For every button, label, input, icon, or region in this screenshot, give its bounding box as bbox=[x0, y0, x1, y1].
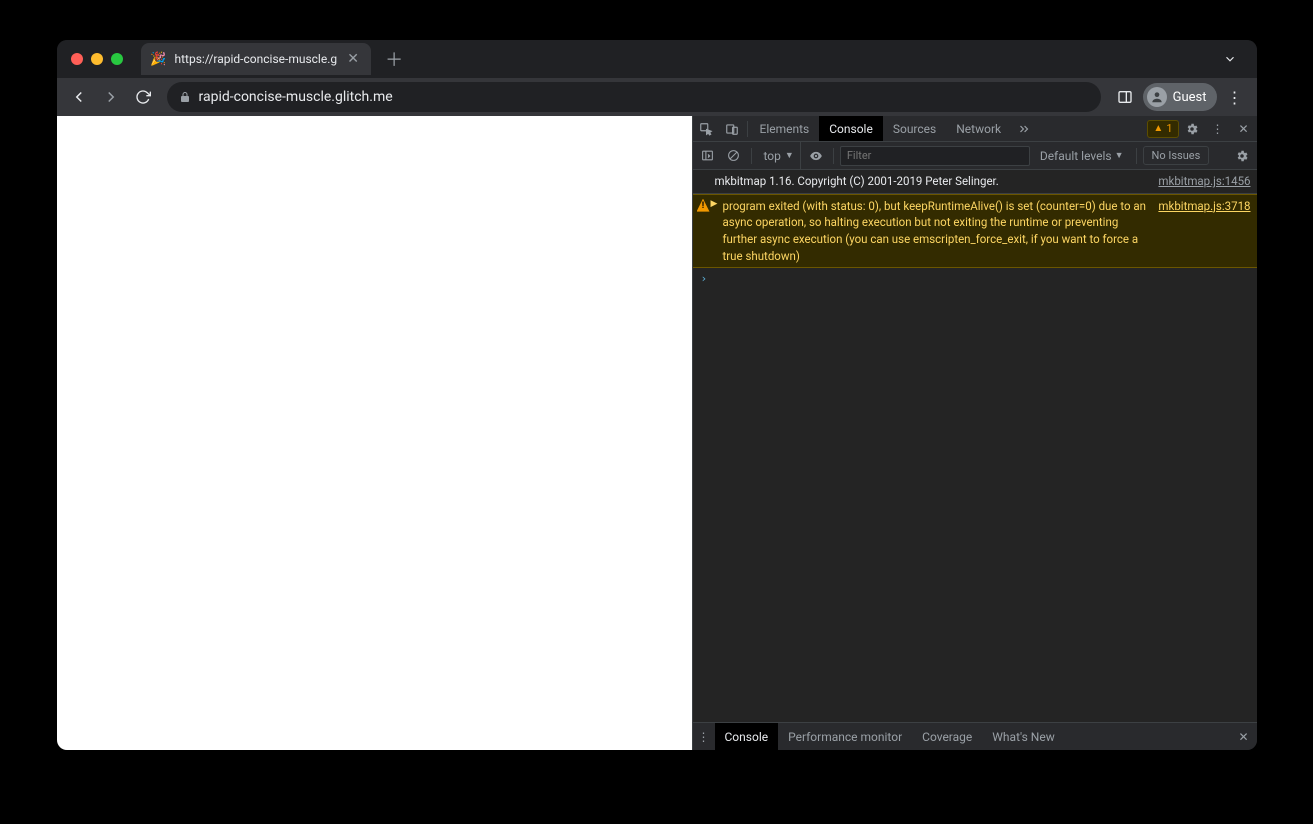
console-prompt[interactable]: › bbox=[693, 268, 1257, 289]
device-toolbar-button[interactable] bbox=[719, 116, 745, 141]
console-message-list: mkbitmap 1.16. Copyright (C) 2001-2019 P… bbox=[693, 170, 1257, 722]
address-bar[interactable]: rapid-concise-muscle.glitch.me bbox=[167, 82, 1101, 112]
message-source-link[interactable]: mkbitmap.js:1456 bbox=[1150, 173, 1250, 190]
drawer-tab-console[interactable]: Console bbox=[715, 723, 779, 750]
tab-sources[interactable]: Sources bbox=[883, 116, 946, 141]
expand-caret-icon[interactable]: ▶ bbox=[711, 198, 718, 211]
tab-network[interactable]: Network bbox=[946, 116, 1011, 141]
tab-title: https://rapid-concise-muscle.g bbox=[175, 52, 338, 66]
message-source-link[interactable]: mkbitmap.js:3718 bbox=[1150, 198, 1250, 215]
drawer-close-button[interactable]: ✕ bbox=[1231, 723, 1257, 750]
tab-elements[interactable]: Elements bbox=[750, 116, 820, 141]
drawer-tab-performance-monitor[interactable]: Performance monitor bbox=[778, 723, 912, 750]
url-text: rapid-concise-muscle.glitch.me bbox=[199, 89, 393, 105]
issues-button[interactable]: No Issues bbox=[1143, 146, 1210, 165]
console-message: ! ▶ program exited (with status: 0), but… bbox=[693, 194, 1257, 269]
tab-console[interactable]: Console bbox=[819, 116, 883, 141]
warning-count: 1 bbox=[1166, 122, 1172, 135]
console-message: mkbitmap 1.16. Copyright (C) 2001-2019 P… bbox=[693, 170, 1257, 194]
message-text: program exited (with status: 0), but kee… bbox=[723, 198, 1151, 265]
warnings-badge[interactable]: ▲ 1 bbox=[1147, 120, 1178, 138]
window-controls bbox=[67, 53, 131, 65]
lock-icon bbox=[179, 91, 191, 103]
page-viewport[interactable] bbox=[57, 116, 692, 750]
drawer-tab-whats-new[interactable]: What's New bbox=[982, 723, 1064, 750]
back-button[interactable] bbox=[65, 83, 93, 111]
warning-icon: ! bbox=[697, 199, 710, 212]
console-sidebar-toggle[interactable] bbox=[697, 142, 719, 169]
devtools-menu-button[interactable]: ⋮ bbox=[1205, 116, 1231, 141]
browser-tab[interactable]: 🎉 https://rapid-concise-muscle.g ✕ bbox=[141, 43, 372, 75]
devtools-tabbar: Elements Console Sources Network ▲ 1 ⋮ bbox=[693, 116, 1257, 142]
more-tabs-button[interactable] bbox=[1011, 116, 1037, 141]
clear-console-button[interactable] bbox=[723, 142, 745, 169]
content-area: Elements Console Sources Network ▲ 1 ⋮ bbox=[57, 116, 1257, 750]
maximize-window-button[interactable] bbox=[111, 53, 123, 65]
browser-toolbar: rapid-concise-muscle.glitch.me Guest ⋮ bbox=[57, 78, 1257, 116]
warning-triangle-icon: ▲ bbox=[1153, 123, 1163, 134]
log-levels-selector[interactable]: Default levels ▼ bbox=[1034, 149, 1130, 163]
favicon-icon: 🎉 bbox=[151, 51, 167, 67]
console-toolbar: top ▼ Default levels ▼ No Issues bbox=[693, 142, 1257, 170]
inspect-element-button[interactable] bbox=[693, 116, 719, 141]
avatar-icon bbox=[1147, 87, 1167, 107]
profile-label: Guest bbox=[1173, 90, 1207, 105]
execution-context-selector[interactable]: top ▼ bbox=[758, 142, 801, 169]
drawer-tab-coverage[interactable]: Coverage bbox=[912, 723, 982, 750]
live-expression-button[interactable] bbox=[805, 142, 827, 169]
profile-button[interactable]: Guest bbox=[1143, 83, 1217, 111]
drawer-menu-button[interactable]: ⋮ bbox=[693, 723, 715, 750]
devtools-drawer: ⋮ Console Performance monitor Coverage W… bbox=[693, 722, 1257, 750]
close-window-button[interactable] bbox=[71, 53, 83, 65]
reload-button[interactable] bbox=[129, 83, 157, 111]
devtools-close-button[interactable]: ✕ bbox=[1231, 116, 1257, 141]
side-panel-button[interactable] bbox=[1111, 83, 1139, 111]
console-settings-button[interactable] bbox=[1231, 142, 1253, 169]
forward-button[interactable] bbox=[97, 83, 125, 111]
tab-search-button[interactable] bbox=[1213, 52, 1247, 66]
new-tab-button[interactable]: ＋ bbox=[385, 46, 403, 72]
message-text: mkbitmap 1.16. Copyright (C) 2001-2019 P… bbox=[715, 173, 1151, 190]
tab-strip: 🎉 https://rapid-concise-muscle.g ✕ ＋ bbox=[57, 40, 1257, 78]
minimize-window-button[interactable] bbox=[91, 53, 103, 65]
close-tab-button[interactable]: ✕ bbox=[345, 51, 361, 67]
devtools-panel: Elements Console Sources Network ▲ 1 ⋮ bbox=[692, 116, 1257, 750]
devtools-settings-button[interactable] bbox=[1179, 116, 1205, 141]
browser-menu-button[interactable]: ⋮ bbox=[1221, 88, 1249, 107]
console-filter-input[interactable] bbox=[840, 146, 1030, 166]
browser-window: 🎉 https://rapid-concise-muscle.g ✕ ＋ rap… bbox=[57, 40, 1257, 750]
